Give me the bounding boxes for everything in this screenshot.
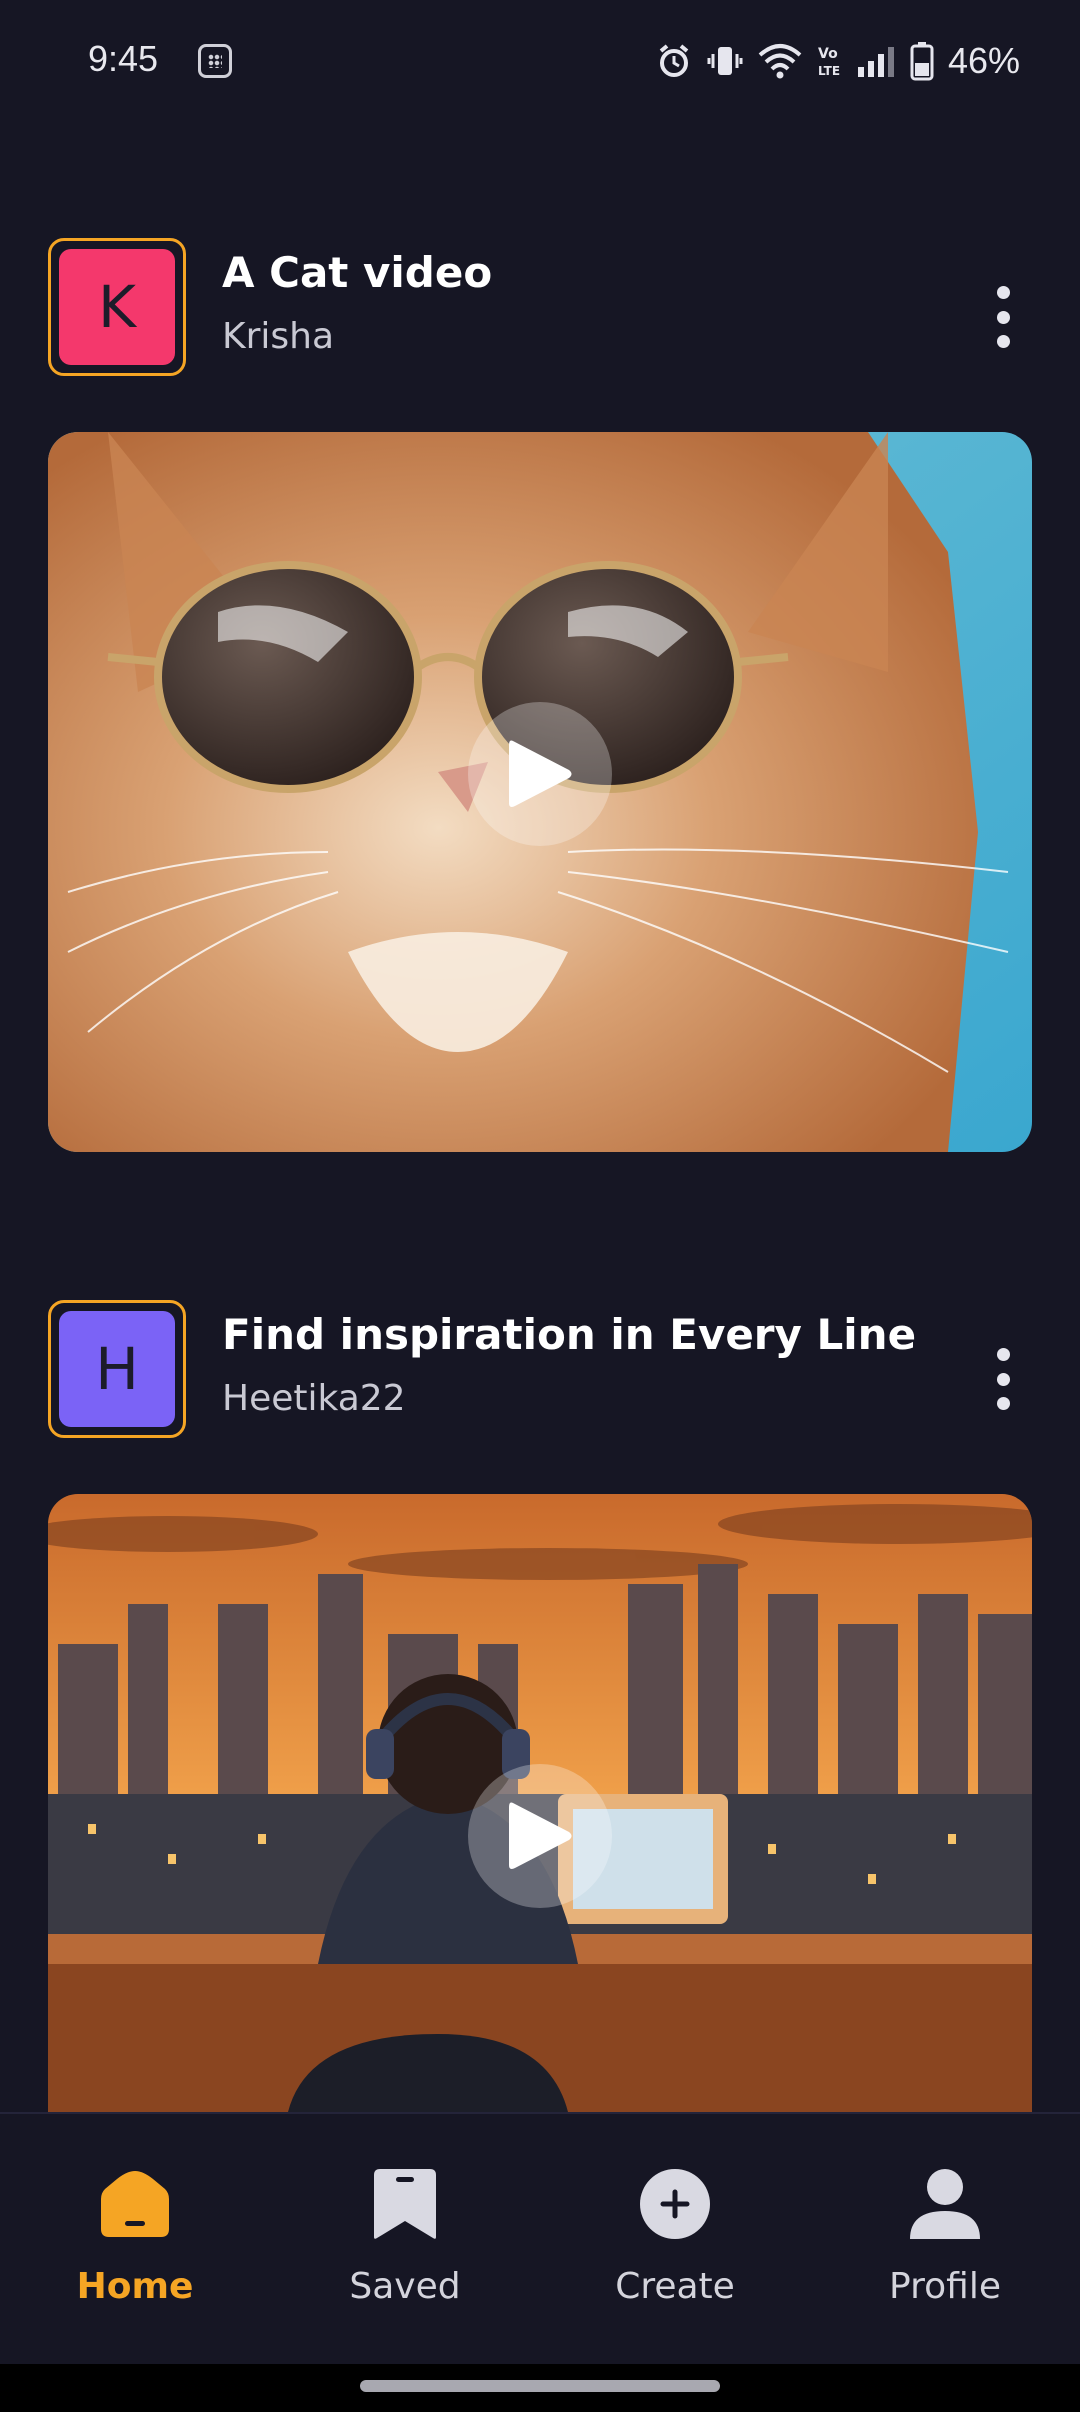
- post-title: Find inspiration in Every Line: [222, 1310, 917, 1359]
- video-thumbnail[interactable]: [48, 432, 1032, 1152]
- play-icon: [509, 740, 572, 807]
- play-icon: [509, 1802, 572, 1869]
- bottom-navigation: Home Saved Create Profile: [0, 2112, 1080, 2364]
- avatar[interactable]: K: [48, 238, 186, 376]
- volte-icon: Vo LTE: [818, 46, 840, 78]
- nav-label: Saved: [349, 2266, 461, 2307]
- nav-home[interactable]: Home: [0, 2114, 270, 2366]
- nav-profile[interactable]: Profile: [810, 2114, 1080, 2366]
- bookmark-icon: [365, 2164, 445, 2244]
- play-button[interactable]: [468, 702, 612, 846]
- signal-icon: [857, 47, 894, 77]
- post-author[interactable]: Krisha: [222, 316, 334, 357]
- battery-percent: 46%: [947, 40, 1020, 81]
- post-header: H Find inspiration in Every Line Heetika…: [48, 1300, 1032, 1440]
- play-button[interactable]: [468, 1764, 612, 1908]
- status-bar: 9:45 Vo LTE 46%: [0, 0, 1080, 126]
- svg-text:Vo: Vo: [818, 46, 838, 62]
- post-title: A Cat video: [222, 248, 493, 297]
- wifi-icon: [758, 44, 802, 79]
- nav-saved[interactable]: Saved: [270, 2114, 540, 2366]
- svg-text:LTE: LTE: [818, 64, 840, 78]
- home-indicator[interactable]: [360, 2380, 720, 2392]
- alarm-icon: [659, 44, 689, 77]
- app-grid-icon: [198, 44, 232, 78]
- more-options-icon[interactable]: [988, 1348, 1018, 1410]
- post-header: K A Cat video Krisha: [48, 238, 1032, 378]
- nav-label: Home: [76, 2266, 194, 2307]
- avatar[interactable]: H: [48, 1300, 186, 1438]
- feed-post[interactable]: K A Cat video Krisha: [48, 238, 1032, 1152]
- status-time: 9:45: [88, 38, 159, 79]
- video-thumbnail[interactable]: [48, 1494, 1032, 2112]
- person-icon: [905, 2164, 985, 2244]
- avatar-letter: H: [59, 1311, 175, 1427]
- home-icon: [95, 2164, 175, 2244]
- feed-post[interactable]: H Find inspiration in Every Line Heetika…: [48, 1300, 1032, 2112]
- post-author[interactable]: Heetika22: [222, 1378, 406, 1419]
- nav-label: Profile: [889, 2266, 1001, 2307]
- plus-circle-icon: [635, 2164, 715, 2244]
- battery-icon: [910, 42, 934, 81]
- nav-create[interactable]: Create: [540, 2114, 810, 2366]
- avatar-letter: K: [59, 249, 175, 365]
- app-screen: 9:45 Vo LTE 46% K A Cat video Krisha H F…: [0, 0, 1080, 2412]
- status-icons: Vo LTE 46%: [656, 36, 1020, 86]
- vibrate-icon: [707, 47, 743, 75]
- nav-label: Create: [615, 2266, 735, 2307]
- more-options-icon[interactable]: [988, 286, 1018, 348]
